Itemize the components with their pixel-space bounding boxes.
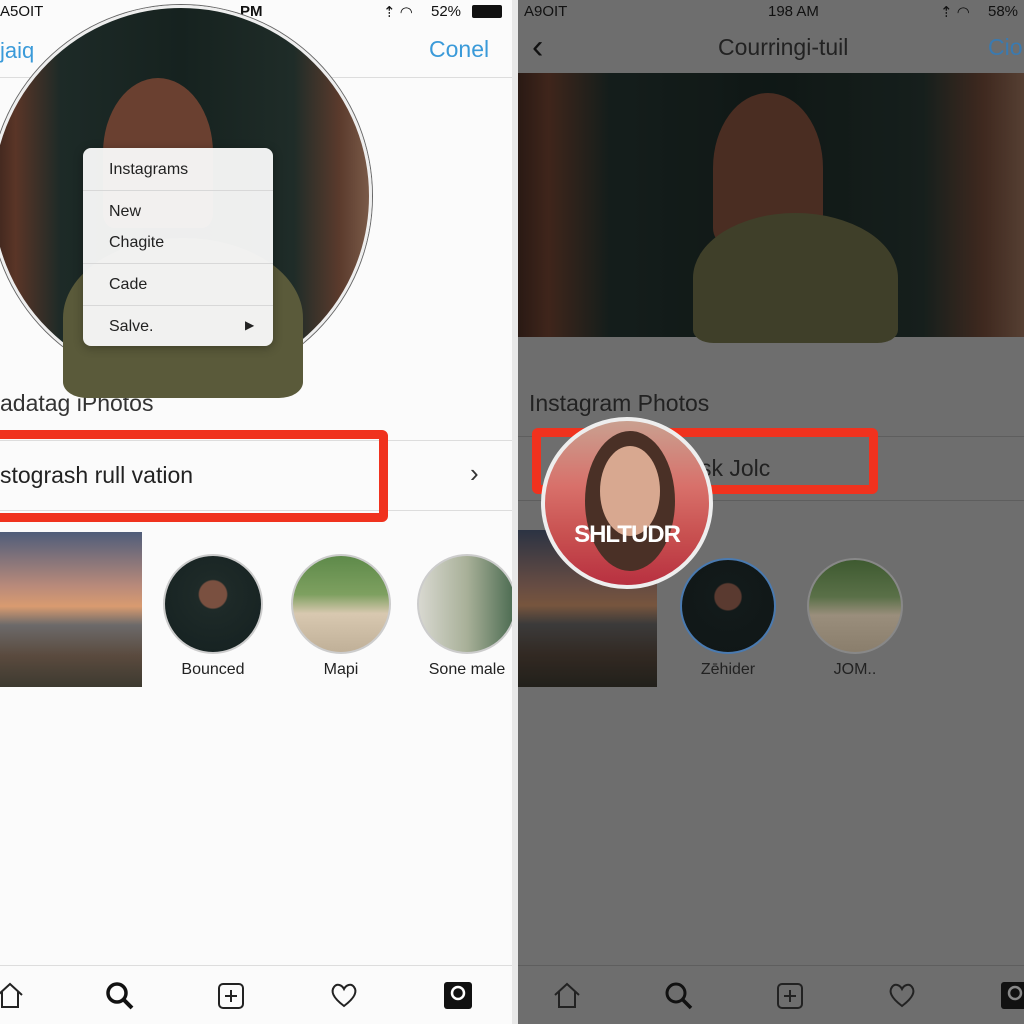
search-icon[interactable] <box>663 980 693 1010</box>
home-icon[interactable] <box>552 980 582 1010</box>
status-bar: A9OIT 198 AM ⇡ ◠ 58% <box>518 0 1024 22</box>
nav-title: Courringi-tuil <box>718 34 849 60</box>
search-icon[interactable] <box>104 980 134 1010</box>
section-header: Instagram Photos <box>529 390 710 416</box>
album-circle[interactable] <box>807 558 903 654</box>
time: 198 AM <box>768 3 819 20</box>
add-icon[interactable] <box>775 980 805 1010</box>
carrier: A9OIT <box>524 3 568 20</box>
menu-item-instagrams[interactable]: Instagrams <box>109 161 188 179</box>
highlight-box <box>0 430 388 522</box>
battery-icon <box>472 5 502 18</box>
nav-left-button[interactable]: jaiq <box>0 38 34 64</box>
menu-item-chagite[interactable]: Chagite <box>109 234 164 252</box>
menu-item-cade[interactable]: Cade <box>109 276 147 294</box>
right-screen: A9OIT 198 AM ⇡ ◠ 58% ‹ Courringi-tuil Ci… <box>518 0 1024 1024</box>
profile-icon[interactable] <box>1000 980 1024 1010</box>
back-icon[interactable]: ‹ <box>532 28 543 67</box>
album-circle[interactable] <box>291 554 391 654</box>
signal-icon: ⇡ ◠ <box>940 4 970 21</box>
header-photo <box>518 73 1024 343</box>
nav-bar: ‹ Courringi-tuil Cio <box>518 22 1024 78</box>
album-circle[interactable] <box>417 554 512 654</box>
left-screen: A5OIT PM ⇡ ◠ 52% jaiq Conel adatag iPhot… <box>0 0 512 1024</box>
carrier: A5OIT <box>0 3 44 20</box>
magnified-caption: SHLTUDR <box>574 521 681 548</box>
menu-item-salve[interactable]: Salve. <box>109 318 153 336</box>
photo-thumbnail[interactable] <box>0 532 142 687</box>
nav-right-button[interactable]: Cio <box>988 34 1023 61</box>
album-row[interactable]: sk Jolc <box>700 455 770 482</box>
heart-icon[interactable] <box>887 980 917 1010</box>
chevron-right-icon: › <box>470 458 479 488</box>
battery-percent: 58% <box>988 3 1019 20</box>
home-icon[interactable] <box>0 980 25 1010</box>
tab-bar <box>0 965 512 1024</box>
album-label: Bounced <box>181 661 245 678</box>
album-label: Sone male <box>428 661 506 678</box>
status-bar: A5OIT PM ⇡ ◠ 52% <box>0 0 512 22</box>
album-circle[interactable] <box>680 558 776 654</box>
magnified-profile: SHLTUDR <box>541 417 713 589</box>
context-menu: Instagrams New Chagite Cade Salve. ▶ <box>83 148 273 346</box>
album-label: JOM.. <box>833 661 877 678</box>
album-label: Zēhider <box>700 661 756 678</box>
add-icon[interactable] <box>216 980 246 1010</box>
submenu-arrow-icon: ▶ <box>245 318 255 332</box>
menu-item-new[interactable]: New <box>109 203 141 221</box>
battery-percent: 52% <box>431 3 462 20</box>
signal-icon: ⇡ ◠ <box>383 4 413 21</box>
profile-icon[interactable] <box>443 980 473 1010</box>
album-label: Mapi <box>323 661 359 678</box>
heart-icon[interactable] <box>329 980 359 1010</box>
tab-bar <box>518 965 1024 1024</box>
cancel-button[interactable]: Conel <box>429 36 489 63</box>
album-circle[interactable] <box>163 554 263 654</box>
